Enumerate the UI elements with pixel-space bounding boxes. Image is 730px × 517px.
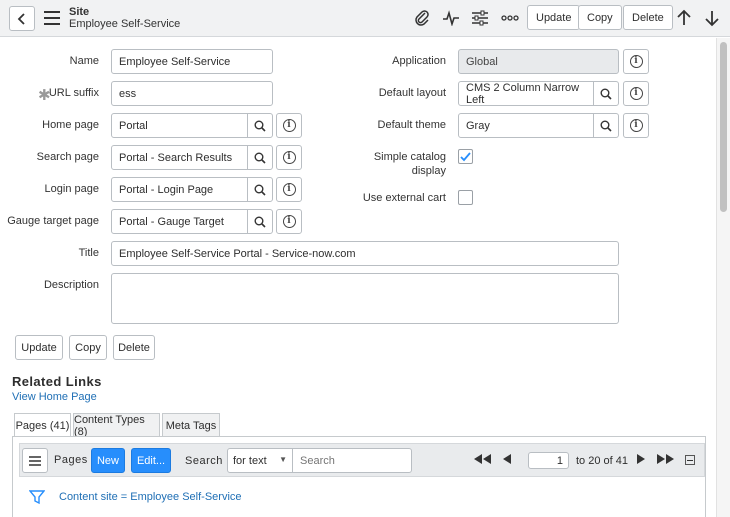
gauge-target-field[interactable]: Portal - Gauge Target xyxy=(111,209,248,234)
related-links-heading: Related Links xyxy=(12,374,102,389)
page-number-input[interactable]: 1 xyxy=(528,452,569,469)
back-button[interactable] xyxy=(9,6,35,31)
default-layout-info-button[interactable]: i xyxy=(623,81,649,106)
info-icon: i xyxy=(629,119,643,132)
info-icon: i xyxy=(282,215,296,228)
gauge-target-info-button[interactable]: i xyxy=(276,209,302,234)
info-icon: i xyxy=(282,151,296,164)
simple-catalog-checkbox[interactable] xyxy=(458,149,473,164)
header-delete-button[interactable]: Delete xyxy=(623,5,673,30)
use-external-cart-label: Use external cart xyxy=(362,192,446,204)
gauge-target-label: Gauge target page xyxy=(7,215,99,227)
view-home-page-link[interactable]: View Home Page xyxy=(12,391,97,403)
last-page-icon[interactable] xyxy=(656,453,676,468)
default-theme-info-button[interactable]: i xyxy=(623,113,649,138)
collapse-icon[interactable] xyxy=(685,455,695,465)
form-subtitle: Employee Self-Service xyxy=(69,18,181,30)
home-page-lookup-button[interactable] xyxy=(247,113,273,138)
back-icon xyxy=(17,12,25,25)
info-icon: i xyxy=(629,87,643,100)
default-layout-lookup-button[interactable] xyxy=(593,81,619,106)
search-page-label: Search page xyxy=(36,151,99,163)
login-page-info-button[interactable]: i xyxy=(276,177,302,202)
application-label: Application xyxy=(392,55,446,67)
update-button[interactable]: Update xyxy=(15,335,63,360)
application-field: Global xyxy=(458,49,619,74)
info-icon: i xyxy=(629,55,643,68)
search-label: Search xyxy=(185,455,223,467)
header-update-button[interactable]: Update xyxy=(527,5,581,30)
delete-button[interactable]: Delete xyxy=(113,335,155,360)
default-theme-field[interactable]: Gray xyxy=(458,113,594,138)
gauge-target-lookup-button[interactable] xyxy=(247,209,273,234)
filter-icon[interactable] xyxy=(28,489,46,508)
description-field[interactable] xyxy=(111,273,619,324)
first-page-icon[interactable] xyxy=(472,453,492,468)
arrow-down-icon[interactable] xyxy=(702,8,722,28)
name-field[interactable]: Employee Self-Service xyxy=(111,49,273,74)
list-search-input[interactable] xyxy=(292,448,412,473)
settings-sliders-icon[interactable] xyxy=(470,8,490,28)
scrollbar-thumb[interactable] xyxy=(720,42,727,212)
home-page-label: Home page xyxy=(42,119,99,131)
paperclip-icon[interactable] xyxy=(412,8,432,28)
activity-icon[interactable] xyxy=(441,8,461,28)
url-suffix-label: URL suffix xyxy=(48,87,99,99)
use-external-cart-checkbox[interactable] xyxy=(458,190,473,205)
tab-content-types[interactable]: Content Types (8) xyxy=(73,413,160,438)
list-menu-button[interactable] xyxy=(22,448,48,473)
filter-breadcrumb[interactable]: Content site = Employee Self-Service xyxy=(59,491,242,503)
form-header: Site Employee Self-Service Update Copy D… xyxy=(0,0,730,37)
info-icon: i xyxy=(282,183,296,196)
search-icon xyxy=(600,120,612,132)
application-info-button[interactable]: i xyxy=(623,49,649,74)
search-page-info-button[interactable]: i xyxy=(276,145,302,170)
search-page-field[interactable]: Portal - Search Results xyxy=(111,145,248,170)
simple-catalog-label-line2: display xyxy=(411,165,446,177)
default-layout-field[interactable]: CMS 2 Column Narrow Left xyxy=(458,81,594,106)
chevron-down-icon: ▼ xyxy=(279,455,287,464)
title-label: Title xyxy=(78,247,99,259)
menu-icon xyxy=(29,455,41,466)
default-layout-label: Default layout xyxy=(378,87,446,99)
prev-page-icon[interactable] xyxy=(502,453,512,468)
simple-catalog-label-line1: Simple catalog xyxy=(373,151,446,163)
search-page-lookup-button[interactable] xyxy=(247,145,273,170)
name-label: Name xyxy=(69,55,99,67)
title-field[interactable]: Employee Self-Service Portal - Service-n… xyxy=(111,241,619,266)
list-title: Pages xyxy=(54,454,88,466)
copy-button[interactable]: Copy xyxy=(69,335,107,360)
search-icon xyxy=(254,120,266,132)
header-copy-button[interactable]: Copy xyxy=(578,5,622,30)
form-title: Site xyxy=(69,6,90,18)
description-label: Description xyxy=(43,279,99,291)
tab-pages[interactable]: Pages (41) xyxy=(14,413,71,438)
new-button[interactable]: New xyxy=(91,448,125,473)
page-range-text: to 20 of 41 xyxy=(576,455,628,467)
url-suffix-field[interactable]: ess xyxy=(111,81,273,106)
login-page-field[interactable]: Portal - Login Page xyxy=(111,177,248,202)
default-theme-lookup-button[interactable] xyxy=(593,113,619,138)
edit-button[interactable]: Edit... xyxy=(131,448,171,473)
search-icon xyxy=(254,152,266,164)
login-page-label: Login page xyxy=(44,183,99,195)
login-page-lookup-button[interactable] xyxy=(247,177,273,202)
check-icon xyxy=(460,152,471,162)
default-theme-label: Default theme xyxy=(377,119,446,131)
search-field-select[interactable]: for text ▼ xyxy=(227,448,293,473)
home-page-info-button[interactable]: i xyxy=(276,113,302,138)
search-icon xyxy=(600,88,612,100)
tab-meta-tags[interactable]: Meta Tags xyxy=(162,413,220,437)
more-icon[interactable] xyxy=(499,8,521,28)
search-field-value: for text xyxy=(233,454,267,467)
search-icon xyxy=(254,216,266,228)
next-page-icon[interactable] xyxy=(636,453,646,468)
home-page-field[interactable]: Portal xyxy=(111,113,248,138)
search-icon xyxy=(254,184,266,196)
page-scrollbar[interactable] xyxy=(716,38,730,517)
arrow-up-icon[interactable] xyxy=(674,8,694,28)
menu-icon[interactable] xyxy=(44,11,60,25)
info-icon: i xyxy=(282,119,296,132)
